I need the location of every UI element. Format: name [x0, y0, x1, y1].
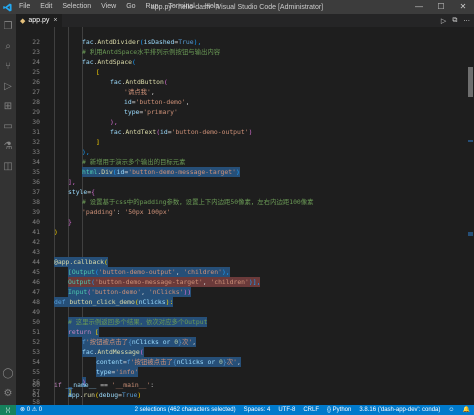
- code-line: 23 # 利用AntdSpace水平排列示例按钮与输出内容: [32, 48, 221, 56]
- vscode-logo-icon: [0, 0, 14, 14]
- indentation-status[interactable]: Spaces: 4: [240, 405, 275, 415]
- selection-status[interactable]: 2 selections (462 characters selected): [131, 405, 240, 415]
- code-line: 38 # 设置基于css中的padding参数，设置上下内边距50像素，左右内边距…: [32, 198, 314, 206]
- editor-tab-bar: ◆ app.py × ▷ ⧉ ···: [16, 14, 474, 27]
- code-line: 60 if __name__ == '__main__':: [32, 381, 155, 389]
- code-line: 26 fac.AntdButton(: [32, 78, 168, 86]
- menu-selection[interactable]: Selection: [57, 0, 96, 14]
- menu-go[interactable]: Go: [121, 0, 140, 14]
- status-bar: ⟩⟨ ⊗ 0 ⚠ 0 2 selections (462 characters …: [0, 405, 474, 415]
- code-line: 55 type='info': [32, 367, 139, 377]
- code-line: 51 return [: [32, 327, 99, 337]
- selection-marker: [468, 140, 473, 142]
- remote-explorer-icon[interactable]: ▭: [0, 116, 16, 136]
- code-line: 45 [Output('button-demo-output', 'childre…: [32, 267, 230, 277]
- explorer-icon[interactable]: ❐: [0, 16, 16, 36]
- notifications-bell-icon[interactable]: 🔔: [459, 405, 474, 415]
- vertical-scrollbar[interactable]: [466, 27, 474, 405]
- close-tab-icon[interactable]: ×: [53, 17, 57, 24]
- code-line: 48 def button_click_demo(nClicks):: [32, 297, 174, 307]
- code-line: 32]: [32, 138, 100, 146]
- code-line: 43: [32, 248, 40, 256]
- code-line: 44 @app.callback(: [32, 257, 108, 267]
- code-line: 25[: [32, 68, 100, 76]
- run-file-icon[interactable]: ▷: [441, 17, 446, 25]
- menu-edit[interactable]: Edit: [35, 0, 57, 14]
- code-line: 24 fac.AntdSpace(: [32, 58, 136, 66]
- code-line: 35 html.Div(id='button-demo-message-targe…: [32, 167, 240, 177]
- code-line: 61 app.run(debug=True): [32, 391, 142, 399]
- code-line: 37 style={: [32, 188, 95, 196]
- eol-status[interactable]: CRLF: [299, 405, 323, 415]
- code-line: 36],: [32, 178, 76, 186]
- language-mode[interactable]: {} Python: [323, 405, 355, 415]
- feedback-icon[interactable]: ☺: [444, 405, 458, 415]
- code-editor[interactable]: 22 fac.AntdDivider(isDashed=True), 23 # 利用…: [16, 27, 474, 405]
- code-line: 46 Output('button-demo-message-target', '…: [32, 277, 261, 287]
- code-line: 28 id='button-demo',: [32, 98, 190, 106]
- testing-icon[interactable]: ⚗: [0, 136, 16, 156]
- code-line: 54 content=f'按钮被点击了{nClicks or 0}次',: [32, 357, 241, 367]
- python-interpreter[interactable]: 3.8.16 ('dash-app-dev': conda): [355, 405, 444, 415]
- close-window-button[interactable]: ✕: [452, 0, 474, 14]
- remote-indicator-icon[interactable]: ⟩⟨: [0, 405, 16, 415]
- code-line: 22 fac.AntdDivider(isDashed=True),: [32, 38, 202, 46]
- code-line: 52 f'按钮被点击了{nClicks or 0}次',: [32, 337, 197, 347]
- activity-bar: ❐ ⌕ ⑂ ▷ ⊞ ▭ ⚗ ◫ ◯ ⚙: [0, 14, 16, 405]
- more-actions-icon[interactable]: ···: [463, 17, 470, 25]
- code-line: 27 '请点我',: [32, 88, 155, 96]
- menu-help[interactable]: Help: [200, 0, 224, 14]
- python-file-icon: ◆: [20, 17, 26, 25]
- code-line: 49: [32, 308, 40, 316]
- menu-run[interactable]: Run: [141, 0, 164, 14]
- run-debug-icon[interactable]: ▷: [0, 76, 16, 96]
- scrollbar-thumb[interactable]: [468, 67, 473, 97]
- source-control-icon[interactable]: ⑂: [0, 56, 16, 76]
- code-line: 30),: [32, 118, 118, 126]
- split-editor-icon[interactable]: ⧉: [452, 16, 457, 25]
- extensions-icon[interactable]: ⊞: [0, 96, 16, 116]
- menu-view[interactable]: View: [96, 0, 121, 14]
- code-line: 53 fac.AntdMessage(: [32, 347, 144, 357]
- title-bar: File Edit Selection View Go Run Terminal…: [0, 0, 474, 14]
- tab-app-py[interactable]: ◆ app.py ×: [16, 14, 62, 27]
- code-line: 40}: [32, 218, 72, 226]
- docker-icon[interactable]: ◫: [0, 156, 16, 176]
- code-line: 47 Input('button-demo', 'nClicks')): [32, 287, 192, 297]
- menu-bar: File Edit Selection View Go Run Terminal…: [14, 0, 224, 14]
- account-icon[interactable]: ◯: [0, 363, 16, 383]
- menu-terminal[interactable]: Terminal: [163, 0, 199, 14]
- settings-gear-icon[interactable]: ⚙: [0, 383, 16, 403]
- code-line: 41): [32, 228, 58, 236]
- editor-actions: ▷ ⧉ ···: [441, 14, 470, 27]
- code-line: 31 fac.AntdText(id='button-demo-output'): [32, 128, 253, 136]
- code-line: 39'padding': '50px 100px': [32, 208, 171, 216]
- menu-file[interactable]: File: [14, 0, 35, 14]
- code-line: 33),: [32, 148, 90, 156]
- selection-marker: [468, 232, 473, 236]
- encoding-status[interactable]: UTF-8: [274, 405, 299, 415]
- code-line: 34 # 新增用于演示多个输出的目标元素: [32, 158, 186, 166]
- code-line: 42: [32, 238, 40, 246]
- maximize-button[interactable]: ☐: [430, 0, 452, 14]
- minimize-button[interactable]: —: [408, 0, 430, 14]
- search-icon[interactable]: ⌕: [0, 36, 16, 56]
- code-line: 29 type='primary': [32, 108, 178, 116]
- window-controls: — ☐ ✕: [408, 0, 474, 14]
- problems-indicator[interactable]: ⊗ 0 ⚠ 0: [16, 405, 46, 415]
- code-line: 50 # 这里示例返回多个结果，依次对应多个Output: [32, 317, 208, 327]
- tab-label: app.py: [28, 17, 50, 24]
